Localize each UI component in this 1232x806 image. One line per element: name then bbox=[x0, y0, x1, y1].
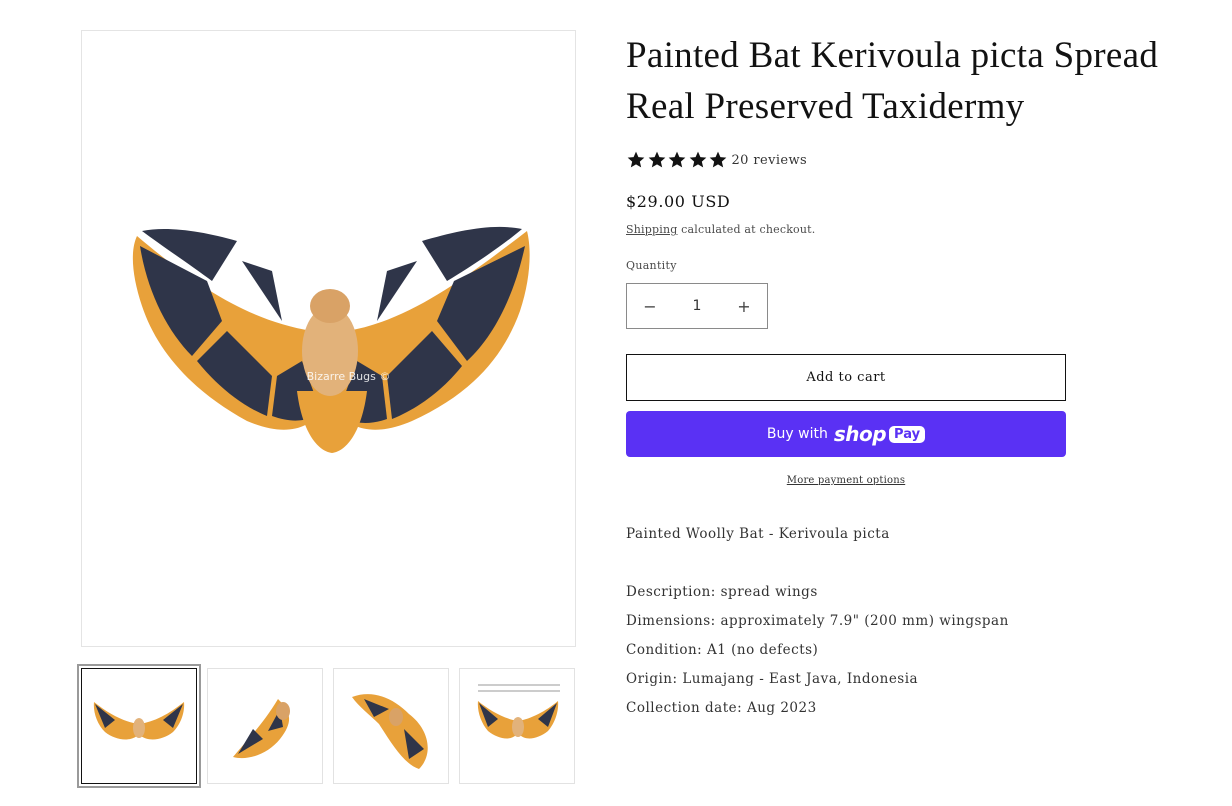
star-icon bbox=[689, 151, 706, 168]
plus-icon: + bbox=[737, 296, 751, 316]
more-payment-options-link[interactable]: More payment options bbox=[626, 475, 1066, 486]
description-intro: Painted Woolly Bat - Kerivoula picta bbox=[626, 526, 890, 542]
description-line: Collection date: Aug 2023 bbox=[626, 700, 817, 716]
star-icon bbox=[668, 151, 686, 168]
shop-logo: shop bbox=[833, 422, 887, 446]
thumbnail-1-image bbox=[93, 702, 185, 740]
description-line: Origin: Lumajang - East Java, Indonesia bbox=[626, 671, 919, 687]
image-watermark: Bizarre Bugs © bbox=[306, 370, 391, 383]
thumbnail-2-image bbox=[233, 699, 290, 759]
quantity-increase-button[interactable]: + bbox=[721, 284, 767, 328]
star-icon bbox=[627, 151, 645, 168]
description-line: Condition: A1 (no defects) bbox=[626, 642, 819, 658]
product-title: Painted Bat Kerivoula picta Spread Real … bbox=[626, 35, 1159, 127]
thumbnail-4[interactable] bbox=[459, 668, 575, 784]
thumbnail-2[interactable] bbox=[207, 668, 323, 784]
product-price: $29.00 USD bbox=[626, 192, 731, 211]
thumbnail-3-image bbox=[352, 694, 428, 769]
quantity-input[interactable]: 1 bbox=[673, 298, 721, 314]
shipping-link[interactable]: Shipping bbox=[626, 223, 677, 236]
product-description: Painted Woolly Bat - Kerivoula picta Des… bbox=[626, 520, 1009, 723]
product-rating[interactable]: 20 reviews bbox=[626, 150, 807, 170]
star-rating bbox=[626, 150, 729, 170]
thumbnail-4-image bbox=[477, 684, 560, 739]
add-to-cart-button[interactable]: Add to cart bbox=[626, 354, 1066, 401]
pay-logo: Pay bbox=[889, 425, 926, 443]
product-info: Painted Bat Kerivoula picta Spread Real … bbox=[626, 30, 1206, 716]
quantity-label: Quantity bbox=[626, 259, 677, 272]
buy-now-label: Buy with bbox=[766, 426, 828, 442]
buy-with-shop-pay-button[interactable]: Buy with shop Pay bbox=[626, 411, 1066, 457]
thumbnail-1[interactable] bbox=[77, 664, 201, 788]
product-main-image[interactable]: Bizarre Bugs © bbox=[81, 30, 576, 647]
minus-icon: − bbox=[643, 296, 657, 316]
quantity-decrease-button[interactable]: − bbox=[627, 284, 673, 328]
star-icon bbox=[648, 151, 665, 168]
shipping-note: Shipping calculated at checkout. bbox=[626, 223, 815, 236]
thumbnail-3[interactable] bbox=[333, 668, 449, 784]
shipping-note-text: calculated at checkout. bbox=[681, 223, 816, 236]
description-line: Description: spread wings bbox=[626, 584, 818, 600]
star-icon bbox=[709, 151, 727, 168]
bat-image bbox=[132, 226, 530, 453]
quantity-stepper: − 1 + bbox=[626, 283, 768, 329]
reviews-count[interactable]: 20 reviews bbox=[732, 153, 808, 168]
description-line: Dimensions: approximately 7.9" (200 mm) … bbox=[626, 613, 1009, 629]
